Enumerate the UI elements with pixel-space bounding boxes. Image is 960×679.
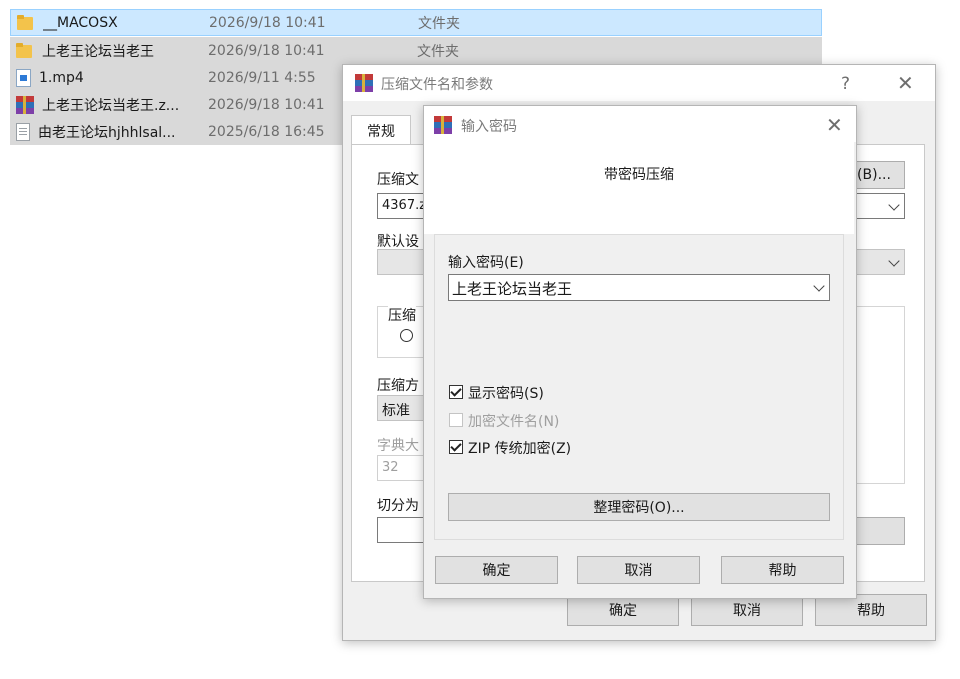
file-date: 2026/9/18 10:41: [208, 42, 325, 59]
zip-legacy-label: ZIP 传统加密(Z): [468, 441, 572, 457]
cancel-label: 取消: [624, 563, 653, 579]
help-button[interactable]: 帮助: [721, 556, 844, 584]
chevron-down-icon: [888, 199, 900, 211]
tab-general[interactable]: 常规: [351, 115, 411, 145]
winrar-icon: [434, 116, 452, 134]
show-password-checkbox[interactable]: [449, 385, 463, 399]
archive-file-icon: [16, 95, 34, 114]
show-password-label: 显示密码(S): [468, 386, 544, 402]
help-label: 帮助: [768, 563, 797, 579]
file-date: 2026/9/18 10:41: [209, 14, 326, 31]
split-volume-label: 切分为: [377, 498, 419, 514]
help-label: 帮助: [857, 603, 885, 619]
file-type: 文件夹: [418, 15, 460, 32]
password-dialog: 输入密码 ✕ 带密码压缩 输入密码(E) 上老王论坛当老王 显示密码(S) 加密…: [423, 105, 857, 599]
text-file-icon: [16, 122, 30, 141]
zip-legacy-checkbox[interactable]: [449, 440, 463, 454]
dialog-heading: 带密码压缩: [604, 167, 674, 183]
tab-label: 常规: [367, 123, 395, 140]
chevron-down-icon: [888, 255, 900, 267]
file-name: 1.mp4: [39, 69, 84, 86]
cancel-button[interactable]: 取消: [577, 556, 700, 584]
format-group-label: 压缩: [388, 305, 416, 325]
chevron-down-icon: [813, 280, 825, 292]
encrypt-filenames-label: 加密文件名(N): [468, 414, 560, 430]
method-value: 标准: [382, 403, 410, 419]
ok-label: 确定: [609, 603, 637, 619]
save-profile-button[interactable]: [853, 517, 905, 545]
browse-label: (B)...: [857, 167, 891, 183]
organize-label: 整理密码(O)...: [593, 500, 685, 516]
method-label: 压缩方: [377, 378, 419, 394]
file-name: 上老王论坛当老王.z...: [42, 97, 180, 114]
encrypt-filenames-checkbox[interactable]: [449, 413, 463, 427]
cancel-label: 取消: [733, 603, 761, 619]
dictionary-label: 字典大: [377, 438, 419, 454]
archive-name-label: 压缩文: [377, 172, 419, 188]
file-name: __MACOSX: [43, 14, 118, 31]
file-date: 2026/9/11 4:55: [208, 69, 316, 86]
ok-label: 确定: [482, 563, 511, 579]
file-name: 上老王论坛当老王: [42, 43, 154, 60]
default-profile-label: 默认设: [377, 234, 419, 250]
video-file-icon: [16, 68, 31, 87]
password-input[interactable]: 上老王论坛当老王: [448, 274, 830, 301]
dialog-title: 压缩文件名和参数: [381, 77, 493, 93]
help-icon[interactable]: ?: [841, 74, 850, 94]
file-date: 2025/6/18 16:45: [208, 123, 325, 140]
password-label: 输入密码(E): [448, 255, 524, 271]
folder-icon: [17, 14, 35, 32]
dialog-title: 输入密码: [461, 119, 517, 135]
ok-button[interactable]: 确定: [435, 556, 558, 584]
file-type: 文件夹: [417, 43, 459, 60]
header-area: 带密码压缩: [424, 142, 854, 234]
title-bar: 压缩文件名和参数 ? ✕: [343, 65, 935, 101]
archive-name-value: 4367.z: [382, 198, 427, 213]
close-icon[interactable]: ✕: [897, 73, 914, 93]
file-name: 由老王论坛hjhhlsal...: [38, 124, 176, 141]
title-bar: 输入密码 ✕: [424, 106, 856, 142]
file-row-macosx[interactable]: __MACOSX 2026/9/18 10:41 文件夹: [10, 9, 822, 36]
organize-passwords-button[interactable]: 整理密码(O)...: [448, 493, 830, 521]
options-group: [853, 306, 905, 484]
format-radio[interactable]: [400, 329, 413, 342]
close-icon[interactable]: ✕: [826, 115, 843, 135]
file-date: 2026/9/18 10:41: [208, 96, 325, 113]
file-row-folder[interactable]: 上老王论坛当老王 2026/9/18 10:41 文件夹: [10, 37, 822, 64]
folder-icon: [16, 42, 34, 60]
winrar-icon: [355, 74, 373, 92]
dictionary-value: 32: [382, 460, 399, 475]
password-value: 上老王论坛当老王: [452, 280, 573, 298]
